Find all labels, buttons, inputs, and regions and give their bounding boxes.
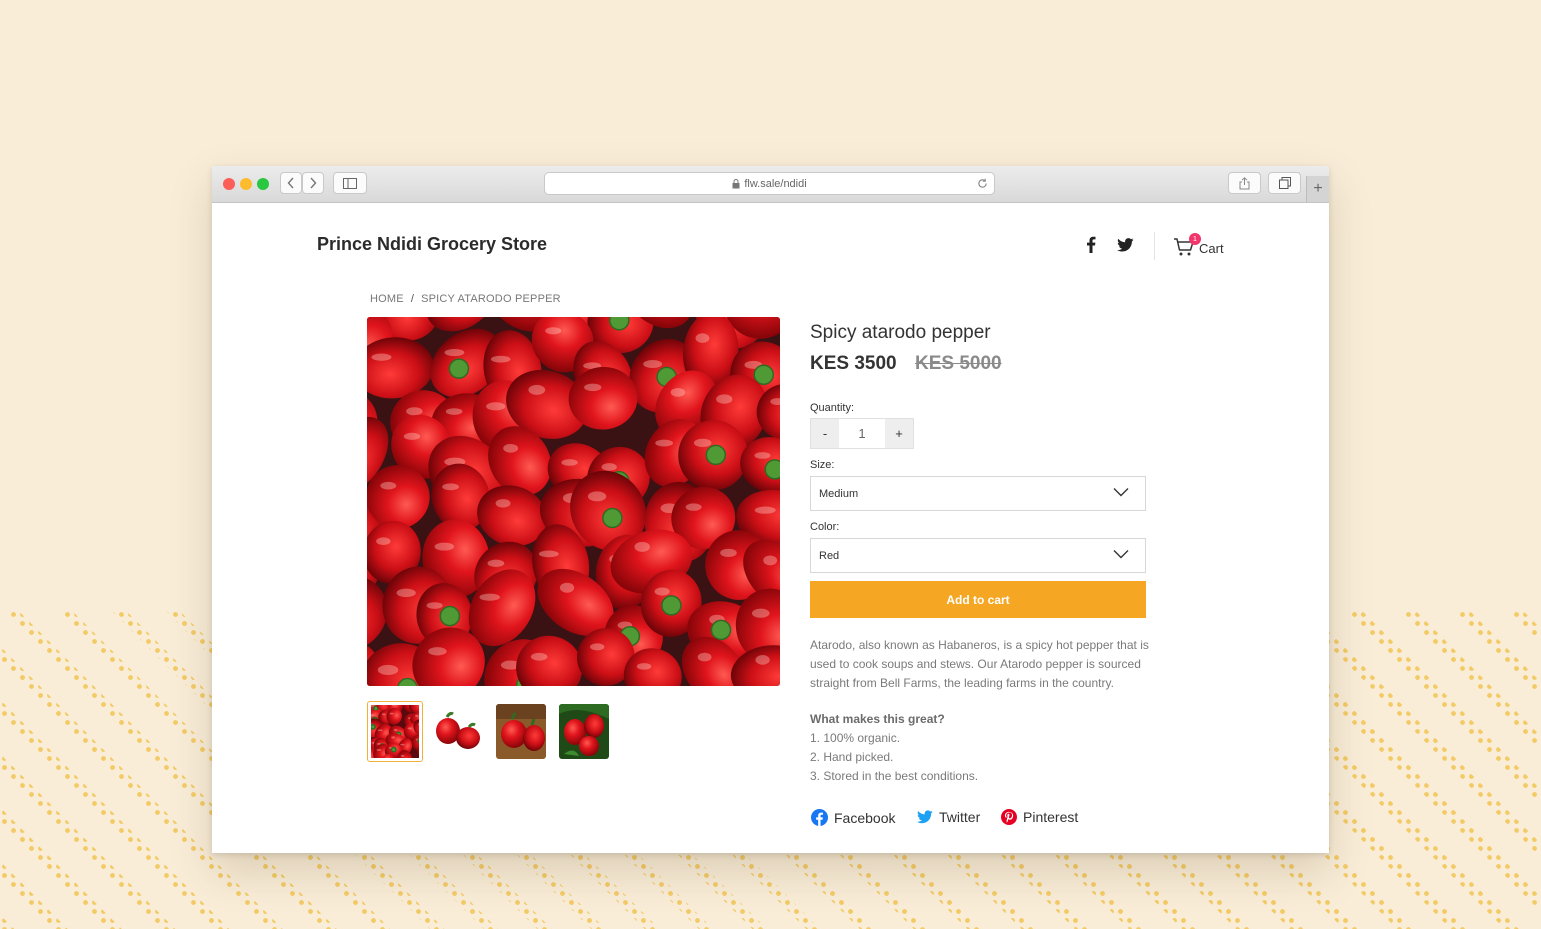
browser-toolbar: flw.sale/ndidi + xyxy=(212,166,1329,203)
facebook-icon xyxy=(811,809,828,826)
size-value: Medium xyxy=(819,487,859,500)
color-select[interactable]: Red xyxy=(810,538,1146,573)
quantity-label: Quantity: xyxy=(810,402,855,414)
product-thumbnail[interactable] xyxy=(367,701,423,762)
url-text: flw.sale/ndidi xyxy=(744,177,807,190)
share-pinterest-label: Pinterest xyxy=(1023,809,1079,825)
plus-icon: + xyxy=(1313,180,1323,197)
product-thumbnail[interactable] xyxy=(559,704,609,759)
share-page-button[interactable] xyxy=(1228,172,1261,194)
product-description: Atarodo, also known as Habaneros, is a s… xyxy=(810,638,1149,690)
quantity-increase-button[interactable]: + xyxy=(885,419,913,448)
quantity-decrease-button[interactable]: - xyxy=(811,419,839,448)
color-value: Red xyxy=(819,549,840,562)
features-title: What makes this great? xyxy=(810,712,945,726)
breadcrumb-separator: / xyxy=(410,293,415,305)
reload-icon[interactable] xyxy=(977,178,988,189)
product-title: Spicy atarodo pepper xyxy=(810,322,991,343)
twitter-icon xyxy=(1117,238,1134,252)
share-icon xyxy=(1239,176,1250,189)
color-label: Color: xyxy=(810,521,840,533)
share-facebook-link[interactable]: Facebook xyxy=(811,809,895,826)
product-thumbnail[interactable] xyxy=(433,704,483,759)
add-to-cart-button[interactable]: Add to cart xyxy=(810,581,1146,618)
chevron-right-icon xyxy=(310,177,317,189)
breadcrumb: HOME / SPICY ATARODO PEPPER xyxy=(370,293,561,305)
minimize-window-button[interactable] xyxy=(240,178,252,190)
cart-count-badge: 1 xyxy=(1189,233,1201,245)
share-pinterest-link[interactable]: Pinterest xyxy=(1001,809,1078,825)
header-divider xyxy=(1154,232,1155,260)
chevron-left-icon xyxy=(287,177,294,189)
tabs-icon xyxy=(1278,177,1291,189)
product-thumbnail[interactable] xyxy=(496,704,546,759)
feature-item: 3. Stored in the best conditions. xyxy=(810,769,979,783)
size-label: Size: xyxy=(810,459,835,471)
header-facebook-link[interactable] xyxy=(1086,236,1096,253)
share-twitter-label: Twitter xyxy=(939,809,981,825)
product-price: KES 3500 xyxy=(810,353,897,374)
lock-icon xyxy=(732,178,740,188)
zoom-window-button[interactable] xyxy=(257,178,269,190)
store-name[interactable]: Prince Ndidi Grocery Store xyxy=(317,234,547,255)
size-select[interactable]: Medium xyxy=(810,476,1146,511)
breadcrumb-current: SPICY ATARODO PEPPER xyxy=(421,293,561,305)
tabs-overview-button[interactable] xyxy=(1268,172,1301,194)
browser-window: flw.sale/ndidi + Prince Ndidi Grocery St… xyxy=(212,166,1329,853)
sidebar-toggle-button[interactable] xyxy=(333,172,367,194)
header-twitter-link[interactable] xyxy=(1117,238,1134,252)
close-window-button[interactable] xyxy=(223,178,235,190)
breadcrumb-home-link[interactable]: HOME xyxy=(370,293,404,305)
forward-button[interactable] xyxy=(302,172,324,194)
pinterest-icon xyxy=(1001,809,1017,825)
sidebar-icon xyxy=(343,177,357,189)
quantity-input[interactable]: 1 xyxy=(839,419,885,448)
cart-button[interactable]: 1 Cart xyxy=(1173,233,1224,257)
product-main-image xyxy=(367,317,780,686)
address-bar[interactable]: flw.sale/ndidi xyxy=(544,172,995,195)
product-old-price: KES 5000 xyxy=(915,353,1002,374)
facebook-icon xyxy=(1087,236,1096,253)
cart-label: Cart xyxy=(1199,241,1224,256)
feature-item: 2. Hand picked. xyxy=(810,750,894,764)
share-twitter-link[interactable]: Twitter xyxy=(917,809,980,825)
back-button[interactable] xyxy=(280,172,302,194)
chevron-down-icon xyxy=(1113,550,1129,559)
share-facebook-label: Facebook xyxy=(834,809,896,826)
quantity-stepper: - 1 + xyxy=(810,418,914,449)
product-features: What makes this great? 1. 100% organic. … xyxy=(810,710,978,786)
feature-item: 1. 100% organic. xyxy=(810,731,901,745)
new-tab-button[interactable]: + xyxy=(1306,176,1329,202)
chevron-down-icon xyxy=(1113,488,1129,497)
twitter-icon xyxy=(917,810,933,824)
